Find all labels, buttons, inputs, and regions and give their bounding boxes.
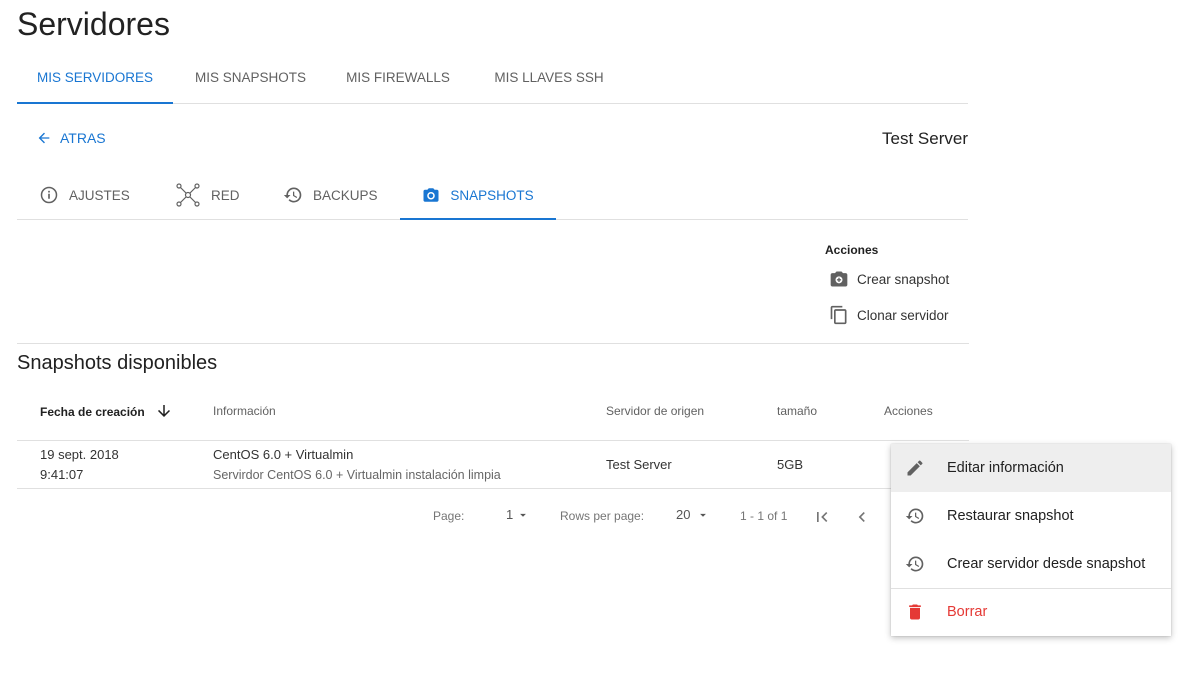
back-label: ATRAS (60, 130, 106, 146)
network-icon (176, 183, 200, 207)
page-title: Servidores (17, 6, 170, 42)
menu-item-edit-info-label: Editar información (947, 460, 1064, 476)
page-select[interactable]: 1 (506, 507, 530, 522)
rows-per-page-label: Rows per page: (560, 509, 645, 523)
tab-mis-snapshots[interactable]: MIS SNAPSHOTS (173, 56, 328, 102)
table-row-divider (17, 488, 969, 489)
menu-item-delete-label: Borrar (947, 604, 988, 620)
back-button[interactable]: ATRAS (36, 128, 106, 148)
menu-item-restore-snapshot[interactable]: Restaurar snapshot (891, 492, 1171, 540)
menu-item-create-server-label: Crear servidor desde snapshot (947, 556, 1146, 572)
actions-title: Acciones (825, 243, 879, 257)
pagination-range: 1 - 1 of 1 (740, 509, 788, 523)
menu-item-create-server[interactable]: Crear servidor desde snapshot (891, 540, 1171, 588)
clone-server-button[interactable]: Clonar servidor (829, 304, 949, 326)
row-origin-server: Test Server (606, 457, 672, 472)
tab-ajustes-label: AJUSTES (69, 187, 130, 203)
rows-per-page-value: 20 (676, 507, 691, 522)
column-header-actions: Acciones (884, 404, 933, 418)
menu-item-edit-info[interactable]: Editar información (891, 444, 1171, 492)
row-time: 9:41:07 (40, 467, 84, 482)
menu-item-delete[interactable]: Borrar (891, 588, 1171, 636)
first-page-icon[interactable] (812, 507, 832, 527)
row-info-title: CentOS 6.0 + Virtualmin (213, 447, 354, 462)
tab-mis-llaves-ssh[interactable]: MIS LLAVES SSH (468, 56, 630, 102)
menu-item-restore-snapshot-label: Restaurar snapshot (947, 508, 1074, 524)
history-icon (905, 556, 924, 572)
dropdown-arrow-icon (700, 513, 707, 517)
tab-red[interactable]: RED (175, 172, 240, 218)
clone-server-label: Clonar servidor (857, 307, 949, 323)
tab-mis-firewalls[interactable]: MIS FIREWALLS (328, 56, 468, 102)
create-snapshot-button[interactable]: Crear snapshot (829, 268, 949, 290)
previous-page-icon[interactable] (852, 507, 872, 527)
column-header-date[interactable]: Fecha de creación (40, 404, 173, 420)
copy-icon (830, 305, 847, 325)
tab-ajustes[interactable]: AJUSTES (39, 172, 130, 218)
column-header-date-label: Fecha de creación (40, 405, 145, 419)
page-select-value: 1 (506, 507, 514, 522)
camera-icon (423, 188, 439, 202)
server-name: Test Server (882, 129, 968, 148)
add-camera-icon (830, 271, 848, 287)
snapshots-section-title: Snapshots disponibles (17, 352, 218, 374)
rows-per-page-select[interactable]: 20 (676, 507, 710, 522)
create-snapshot-label: Crear snapshot (857, 271, 950, 287)
page-label: Page: (433, 509, 465, 523)
trash-icon (909, 604, 921, 620)
top-tabs: MIS SERVIDORES MIS SNAPSHOTS MIS FIREWAL… (17, 56, 968, 104)
pencil-icon (907, 460, 923, 476)
tab-red-label: RED (211, 187, 240, 203)
tab-mis-servidores[interactable]: MIS SERVIDORES (17, 56, 173, 104)
row-date: 19 sept. 2018 (40, 447, 119, 462)
table-row: 19 sept. 2018 9:41:07 CentOS 6.0 + Virtu… (17, 441, 969, 488)
column-header-info: Información (213, 404, 276, 418)
dropdown-arrow-icon (520, 513, 527, 517)
tab-backups[interactable]: BACKUPS (283, 172, 378, 218)
arrow-down-icon (157, 405, 170, 417)
section-divider (17, 343, 969, 344)
tab-snapshots[interactable]: SNAPSHOTS (400, 172, 556, 220)
column-header-size: tamaño (777, 404, 818, 418)
history-icon (283, 187, 302, 203)
row-info-description: Servirdor CentOS 6.0 + Virtualmin instal… (213, 468, 501, 482)
tab-backups-label: BACKUPS (313, 187, 378, 203)
row-size: 5GB (777, 457, 804, 472)
tab-snapshots-label: SNAPSHOTS (450, 187, 534, 203)
server-tabs: AJUSTES RED BACKUPS SNAPSHOTS (17, 172, 968, 220)
arrow-left-icon (38, 132, 50, 144)
info-icon (40, 186, 58, 204)
history-icon (905, 508, 924, 524)
column-header-origin: Servidor de origen (606, 404, 705, 418)
snapshot-context-menu: Editar información Restaurar snapshot Cr… (891, 444, 1171, 636)
